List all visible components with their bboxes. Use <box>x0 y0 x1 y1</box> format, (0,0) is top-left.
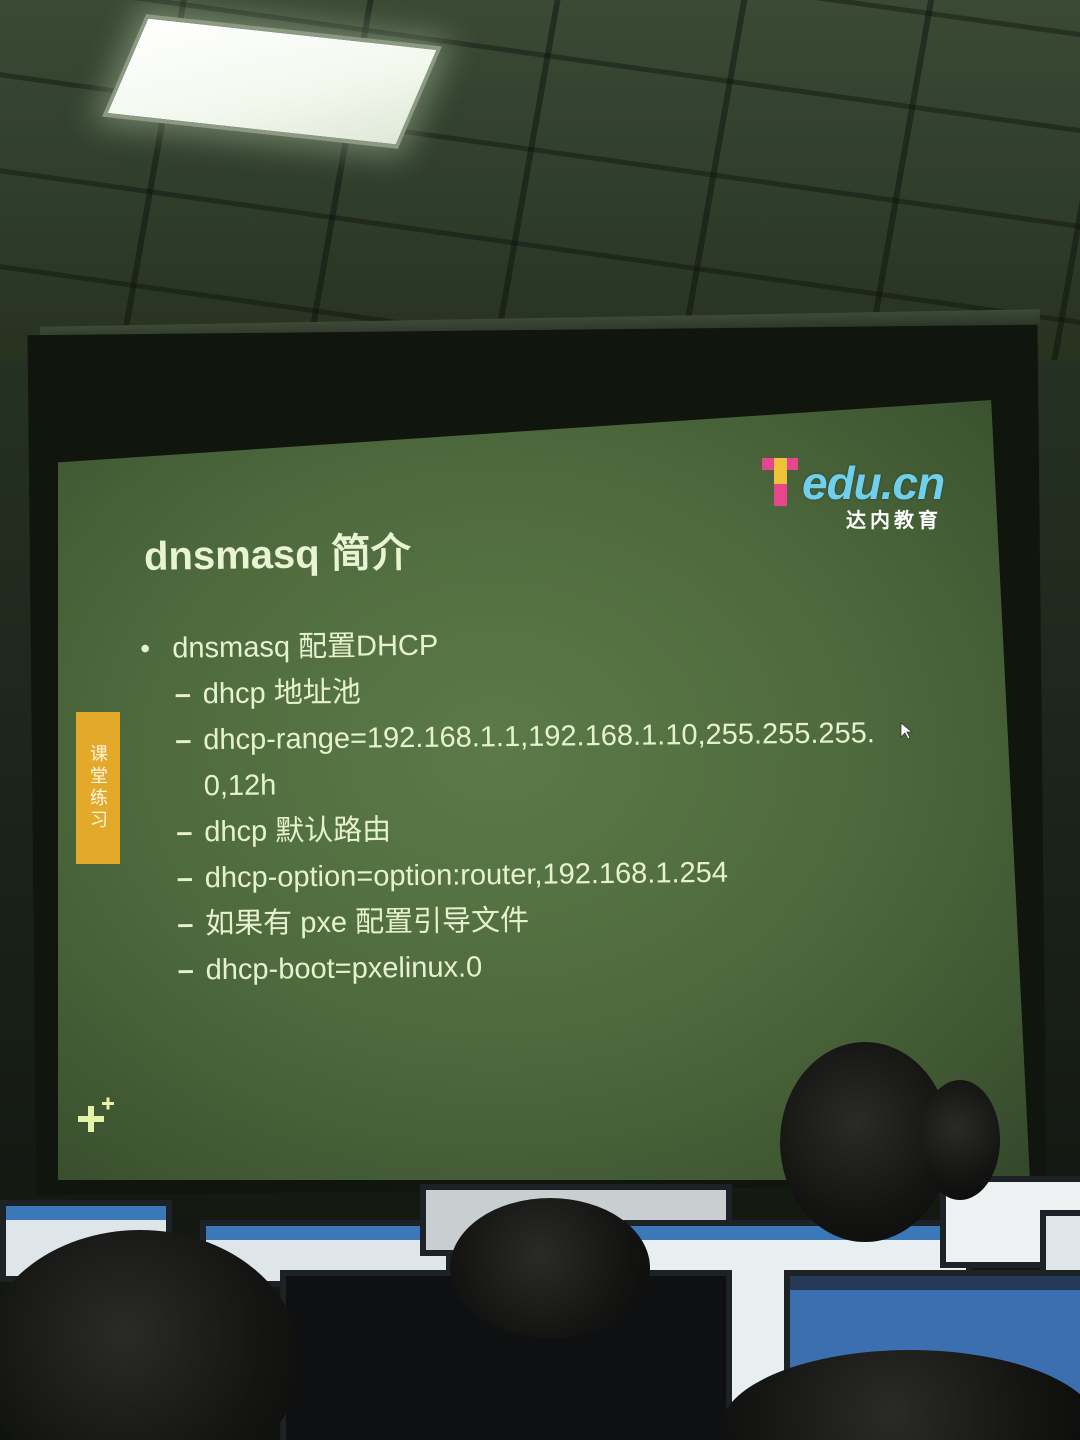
logo-t-mark <box>762 458 798 506</box>
person-head <box>920 1080 1000 1200</box>
cursor-icon <box>900 722 914 740</box>
bullet-text: dnsmasq 配置DHCP <box>172 629 439 665</box>
side-tab-label: 课堂练习 <box>88 744 108 832</box>
sub-item: – dhcp-boot=pxelinux.0 <box>177 940 883 993</box>
logo-text: edu.cn <box>802 457 945 509</box>
slide-title: dnsmasq 简介 <box>143 531 412 579</box>
bullet-item: • dnsmasq 配置DHCP <box>140 618 880 672</box>
sub-item: – 如果有 pxe 配置引导文件 <box>177 894 883 947</box>
classroom-photo: edu.cn 达内教育 dnsmasq 简介 课堂练习 • dnsmasq 配置… <box>0 0 1080 1440</box>
sub-item: – dhcp 地址池 <box>175 664 881 717</box>
sub-item-text: dhcp-range=192.168.1.1,192.168.1.10,255.… <box>203 717 876 803</box>
sub-item: – dhcp 默认路由 <box>176 802 882 855</box>
sub-item: – dhcp-option=option:router,192.168.1.254 <box>177 848 883 901</box>
tedu-logo: edu.cn 达内教育 <box>762 456 968 536</box>
sub-item-text: dhcp 默认路由 <box>204 814 392 849</box>
sub-item-text: 如果有 pxe 配置引导文件 <box>205 904 530 941</box>
sub-item: – dhcp-range=192.168.1.1,192.168.1.10,255… <box>175 710 882 809</box>
sub-list: – dhcp 地址池 – dhcp-range=192.168.1.1,192.16… <box>175 664 884 993</box>
slide-content: • dnsmasq 配置DHCP – dhcp 地址池 – dhcp-range=1… <box>140 618 884 994</box>
sub-item-text: dhcp-boot=pxelinux.0 <box>205 951 483 987</box>
sub-item-text: dhcp-option=option:router,192.168.1.254 <box>204 856 729 895</box>
side-tab: 课堂练习 <box>76 712 120 864</box>
audience-area <box>0 1042 1080 1440</box>
plus-icon <box>78 1097 114 1132</box>
bullet-dot-icon: • <box>140 632 151 664</box>
logo-subtitle: 达内教育 <box>846 510 942 532</box>
sub-item-text: dhcp 地址池 <box>202 676 361 711</box>
person-head <box>450 1198 650 1338</box>
